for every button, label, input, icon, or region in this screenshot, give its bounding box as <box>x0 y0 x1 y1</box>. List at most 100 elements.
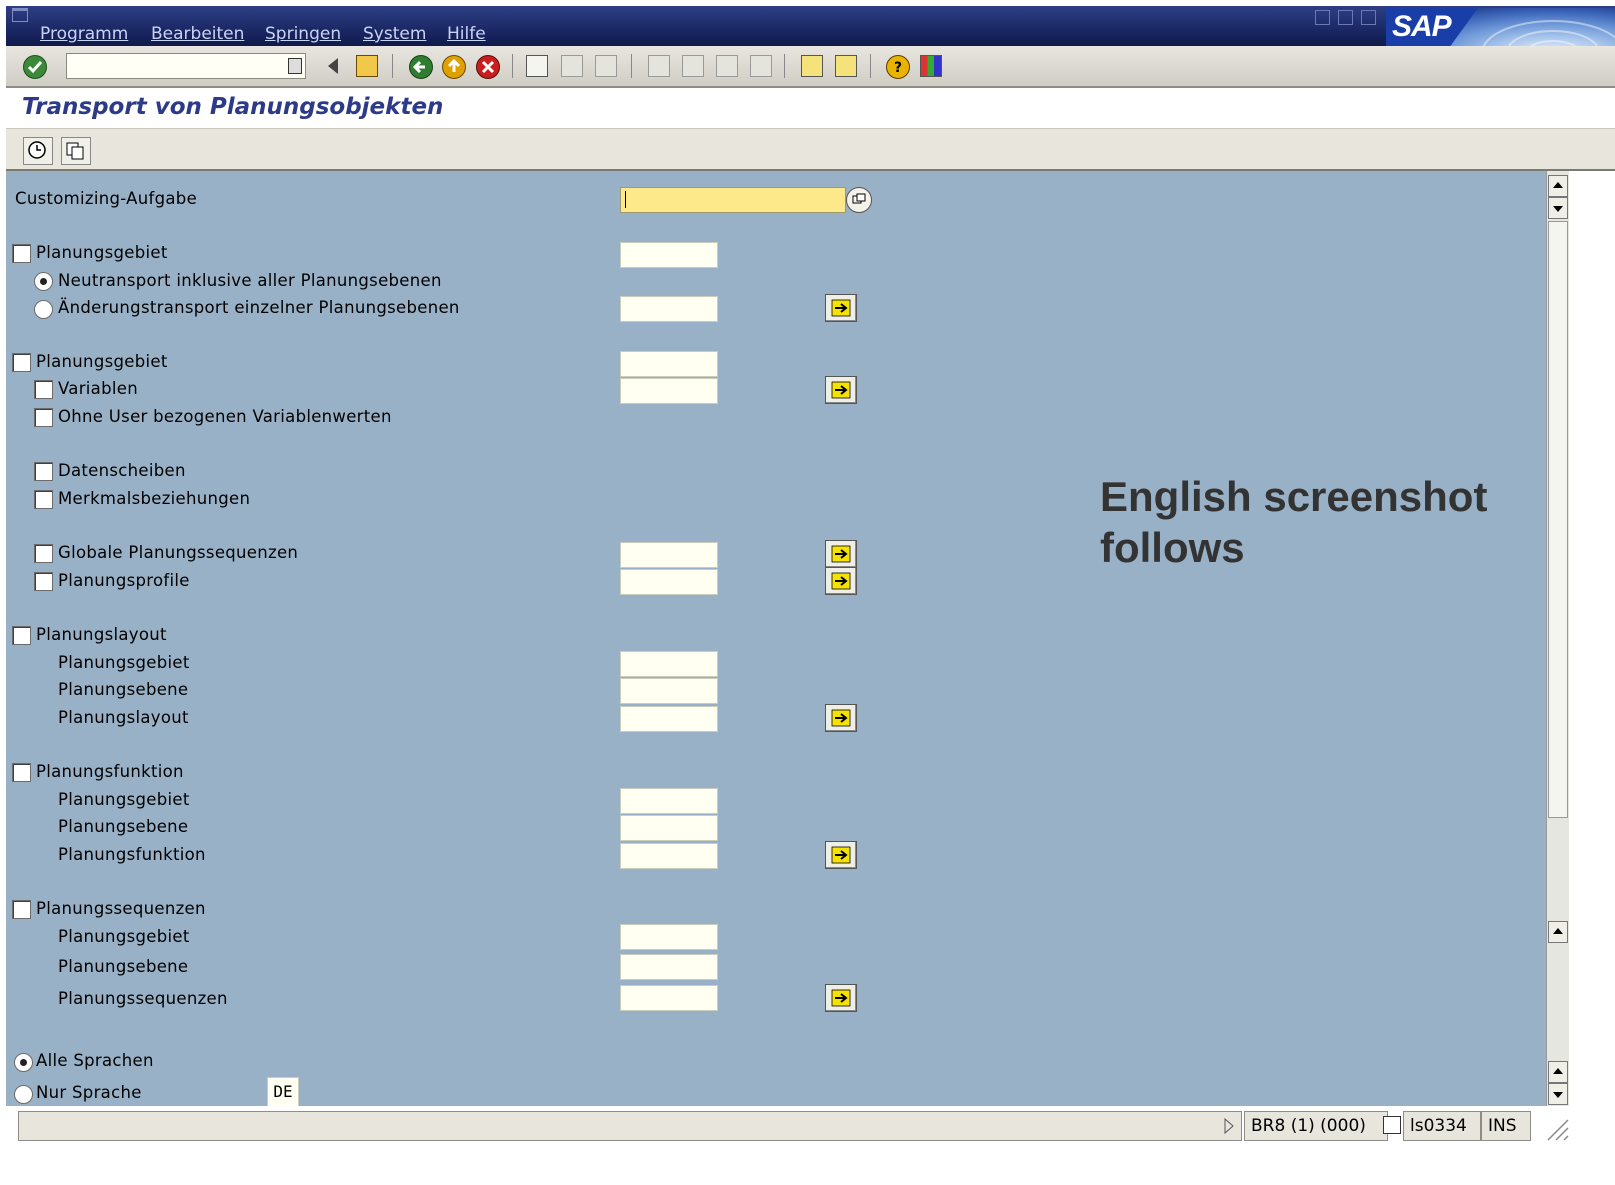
find-icon <box>561 55 583 77</box>
standard-toolbar: ? <box>6 46 1615 88</box>
scroll-up-3-icon[interactable] <box>1548 1061 1568 1083</box>
variables-checkbox[interactable] <box>34 380 53 399</box>
save-icon[interactable] <box>356 55 378 77</box>
back-triangle-icon[interactable] <box>328 58 338 74</box>
execute-icon[interactable] <box>23 137 53 165</box>
planning-sequences-checkbox[interactable] <box>12 900 31 919</box>
data-slices-checkbox[interactable] <box>34 462 53 481</box>
system-info[interactable]: BR8 (1) (000) <box>1244 1111 1388 1141</box>
server-info-text: ls0334 <box>1410 1116 1467 1136</box>
find-next-icon <box>595 55 617 77</box>
data-slices-label: Datenscheiben <box>58 461 186 480</box>
insert-mode-text: INS <box>1488 1116 1517 1136</box>
resize-grip-icon[interactable] <box>1544 1116 1570 1142</box>
planning-area-checkbox[interactable] <box>12 244 31 263</box>
menu-springen[interactable]: Springen <box>265 24 341 44</box>
only-language-radio[interactable] <box>14 1085 33 1104</box>
function-area-field[interactable] <box>620 788 718 814</box>
planning-profiles-checkbox[interactable] <box>34 572 53 591</box>
sequence-area-field[interactable] <box>620 924 718 950</box>
note-line-2: follows <box>1100 524 1245 571</box>
variables-field[interactable] <box>620 378 718 404</box>
function-area-label: Planungsgebiet <box>58 790 190 809</box>
global-sequences-label: Globale Planungssequenzen <box>58 543 299 562</box>
characteristic-relationships-label: Merkmalsbeziehungen <box>58 489 251 508</box>
layout-level-field[interactable] <box>620 678 718 704</box>
layout-name-field[interactable] <box>620 706 718 732</box>
scroll-down-2-icon[interactable] <box>1548 1083 1568 1105</box>
planning-area-field[interactable] <box>620 242 718 268</box>
characteristic-relationships-checkbox[interactable] <box>34 490 53 509</box>
menu-programm[interactable]: Programm <box>40 24 128 44</box>
vertical-scrollbar[interactable] <box>1546 171 1569 1106</box>
menu-hilfe[interactable]: Hilfe <box>447 24 486 44</box>
close-icon[interactable] <box>1361 10 1376 25</box>
prev-page-icon <box>682 55 704 77</box>
system-details-icon[interactable] <box>1383 1116 1401 1134</box>
planning-area-2-label: Planungsgebiet <box>36 352 168 371</box>
enter-check-icon[interactable] <box>23 55 47 79</box>
status-expand-icon[interactable] <box>1223 1118 1235 1134</box>
command-field[interactable] <box>66 53 306 79</box>
page-title: Transport von Planungsobjekten <box>22 94 444 120</box>
system-menu-icon[interactable] <box>12 8 28 22</box>
value-help-icon[interactable] <box>846 187 872 213</box>
sequence-level-field[interactable] <box>620 954 718 980</box>
scroll-up-2-icon[interactable] <box>1548 921 1568 943</box>
variables-selection-button[interactable] <box>825 376 857 404</box>
all-languages-radio[interactable] <box>14 1053 33 1072</box>
last-page-icon <box>750 55 772 77</box>
note-line-1: English screenshot <box>1100 473 1488 520</box>
language-field[interactable]: DE <box>267 1077 299 1107</box>
exit-icon[interactable] <box>442 55 466 79</box>
planning-profiles-label: Planungsprofile <box>58 571 190 590</box>
customizing-task-field[interactable] <box>620 187 846 213</box>
back-icon[interactable] <box>409 55 433 79</box>
change-transport-label: Änderungstransport einzelner Planungsebe… <box>58 298 460 317</box>
minimize-icon[interactable] <box>1315 10 1330 25</box>
new-transport-radio[interactable] <box>34 272 53 291</box>
layout-selection-button[interactable] <box>825 704 857 732</box>
planning-profiles-field[interactable] <box>620 569 718 595</box>
scroll-up-icon[interactable] <box>1548 175 1568 197</box>
global-sequences-selection-button[interactable] <box>825 540 857 568</box>
help-icon[interactable]: ? <box>886 55 910 79</box>
planning-layout-checkbox[interactable] <box>12 626 31 645</box>
new-session-icon[interactable] <box>801 55 823 77</box>
dropdown-icon[interactable] <box>288 58 302 74</box>
cancel-icon[interactable] <box>476 55 500 79</box>
sap-window: Programm Bearbeiten Springen System Hilf… <box>6 6 1615 1185</box>
without-user-values-checkbox[interactable] <box>34 408 53 427</box>
global-sequences-field[interactable] <box>620 542 718 568</box>
planning-function-checkbox[interactable] <box>12 763 31 782</box>
planning-area-label: Planungsgebiet <box>36 243 168 262</box>
status-message-area <box>18 1111 1242 1141</box>
planning-function-label: Planungsfunktion <box>36 762 184 781</box>
only-language-label: Nur Sprache <box>36 1083 142 1102</box>
menu-bearbeiten[interactable]: Bearbeiten <box>151 24 244 44</box>
menu-system[interactable]: System <box>363 24 426 44</box>
planning-profiles-selection-button[interactable] <box>825 567 857 595</box>
copy-icon[interactable] <box>61 137 91 165</box>
function-selection-button[interactable] <box>825 841 857 869</box>
layout-menu-icon[interactable] <box>920 55 942 77</box>
planning-area-2-checkbox[interactable] <box>12 353 31 372</box>
layout-area-field[interactable] <box>620 651 718 677</box>
function-name-field[interactable] <box>620 843 718 869</box>
restore-icon[interactable] <box>1338 10 1353 25</box>
sequence-name-field[interactable] <box>620 985 718 1011</box>
sequence-selection-button[interactable] <box>825 984 857 1012</box>
function-level-field[interactable] <box>620 815 718 841</box>
print-icon[interactable] <box>526 55 548 77</box>
planning-area-2-field[interactable] <box>620 351 718 377</box>
sequence-area-label: Planungsgebiet <box>58 927 190 946</box>
menu-bar: Programm Bearbeiten Springen System Hilf… <box>6 6 1615 46</box>
global-sequences-checkbox[interactable] <box>34 544 53 563</box>
planning-level-field[interactable] <box>620 296 718 322</box>
scroll-thumb[interactable] <box>1548 221 1568 818</box>
title-bar: Transport von Planungsobjekten <box>6 88 1615 128</box>
scroll-down-icon[interactable] <box>1548 197 1568 219</box>
multiple-selection-button[interactable] <box>825 294 857 322</box>
shortcut-icon[interactable] <box>835 55 857 77</box>
change-transport-radio[interactable] <box>34 300 53 319</box>
